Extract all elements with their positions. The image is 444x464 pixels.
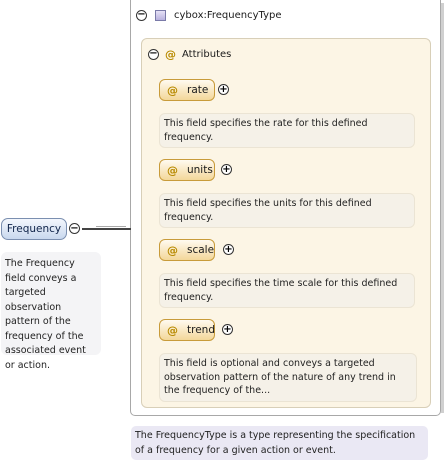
attribute-name: rate [187, 84, 209, 96]
attribute-marker-icon: @ [167, 323, 178, 337]
attribute-node-units[interactable]: @ units [159, 159, 215, 181]
attribute-name: trend [187, 324, 215, 336]
attribute-description: This field specifies the time scale for … [159, 273, 415, 308]
element-description: The Frequency field conveys a targeted o… [1, 252, 101, 371]
attribute-description: This field specifies the units for this … [159, 193, 415, 228]
attribute-description: This field is optional and conveys a tar… [159, 353, 417, 402]
expand-rate-toggle[interactable]: + [218, 84, 229, 95]
attribute-marker-icon: @ [165, 47, 176, 61]
attributes-collapse-toggle[interactable]: − [148, 48, 159, 60]
expand-trend-toggle[interactable]: + [222, 324, 233, 335]
attribute-node-scale[interactable]: @ scale [159, 239, 215, 261]
attribute-marker-icon: @ [167, 163, 178, 177]
attributes-header: − @ Attributes [148, 46, 231, 62]
attribute-marker-icon: @ [167, 83, 178, 97]
attributes-label: Attributes [182, 48, 232, 60]
attribute-marker-icon: @ [167, 243, 178, 257]
type-description: The FrequencyType is a type representing… [131, 426, 428, 460]
complex-type-icon [155, 9, 166, 21]
connector-shadow [96, 226, 126, 227]
element-node[interactable]: Frequency [1, 218, 67, 240]
attribute-name: units [187, 164, 213, 176]
expand-units-toggle[interactable]: + [221, 164, 232, 175]
connector-line [82, 228, 131, 230]
element-collapse-toggle[interactable]: − [69, 223, 80, 234]
attribute-name: scale [187, 244, 215, 256]
attribute-node-trend[interactable]: @ trend [159, 319, 215, 341]
attribute-description: This field specifies the rate for this d… [159, 113, 415, 148]
type-collapse-toggle[interactable]: − [136, 9, 147, 21]
type-name: cybox:FrequencyType [174, 9, 282, 21]
type-header: − cybox:FrequencyType [136, 6, 282, 24]
attribute-node-rate[interactable]: @ rate [159, 79, 215, 101]
expand-scale-toggle[interactable]: + [223, 244, 234, 255]
